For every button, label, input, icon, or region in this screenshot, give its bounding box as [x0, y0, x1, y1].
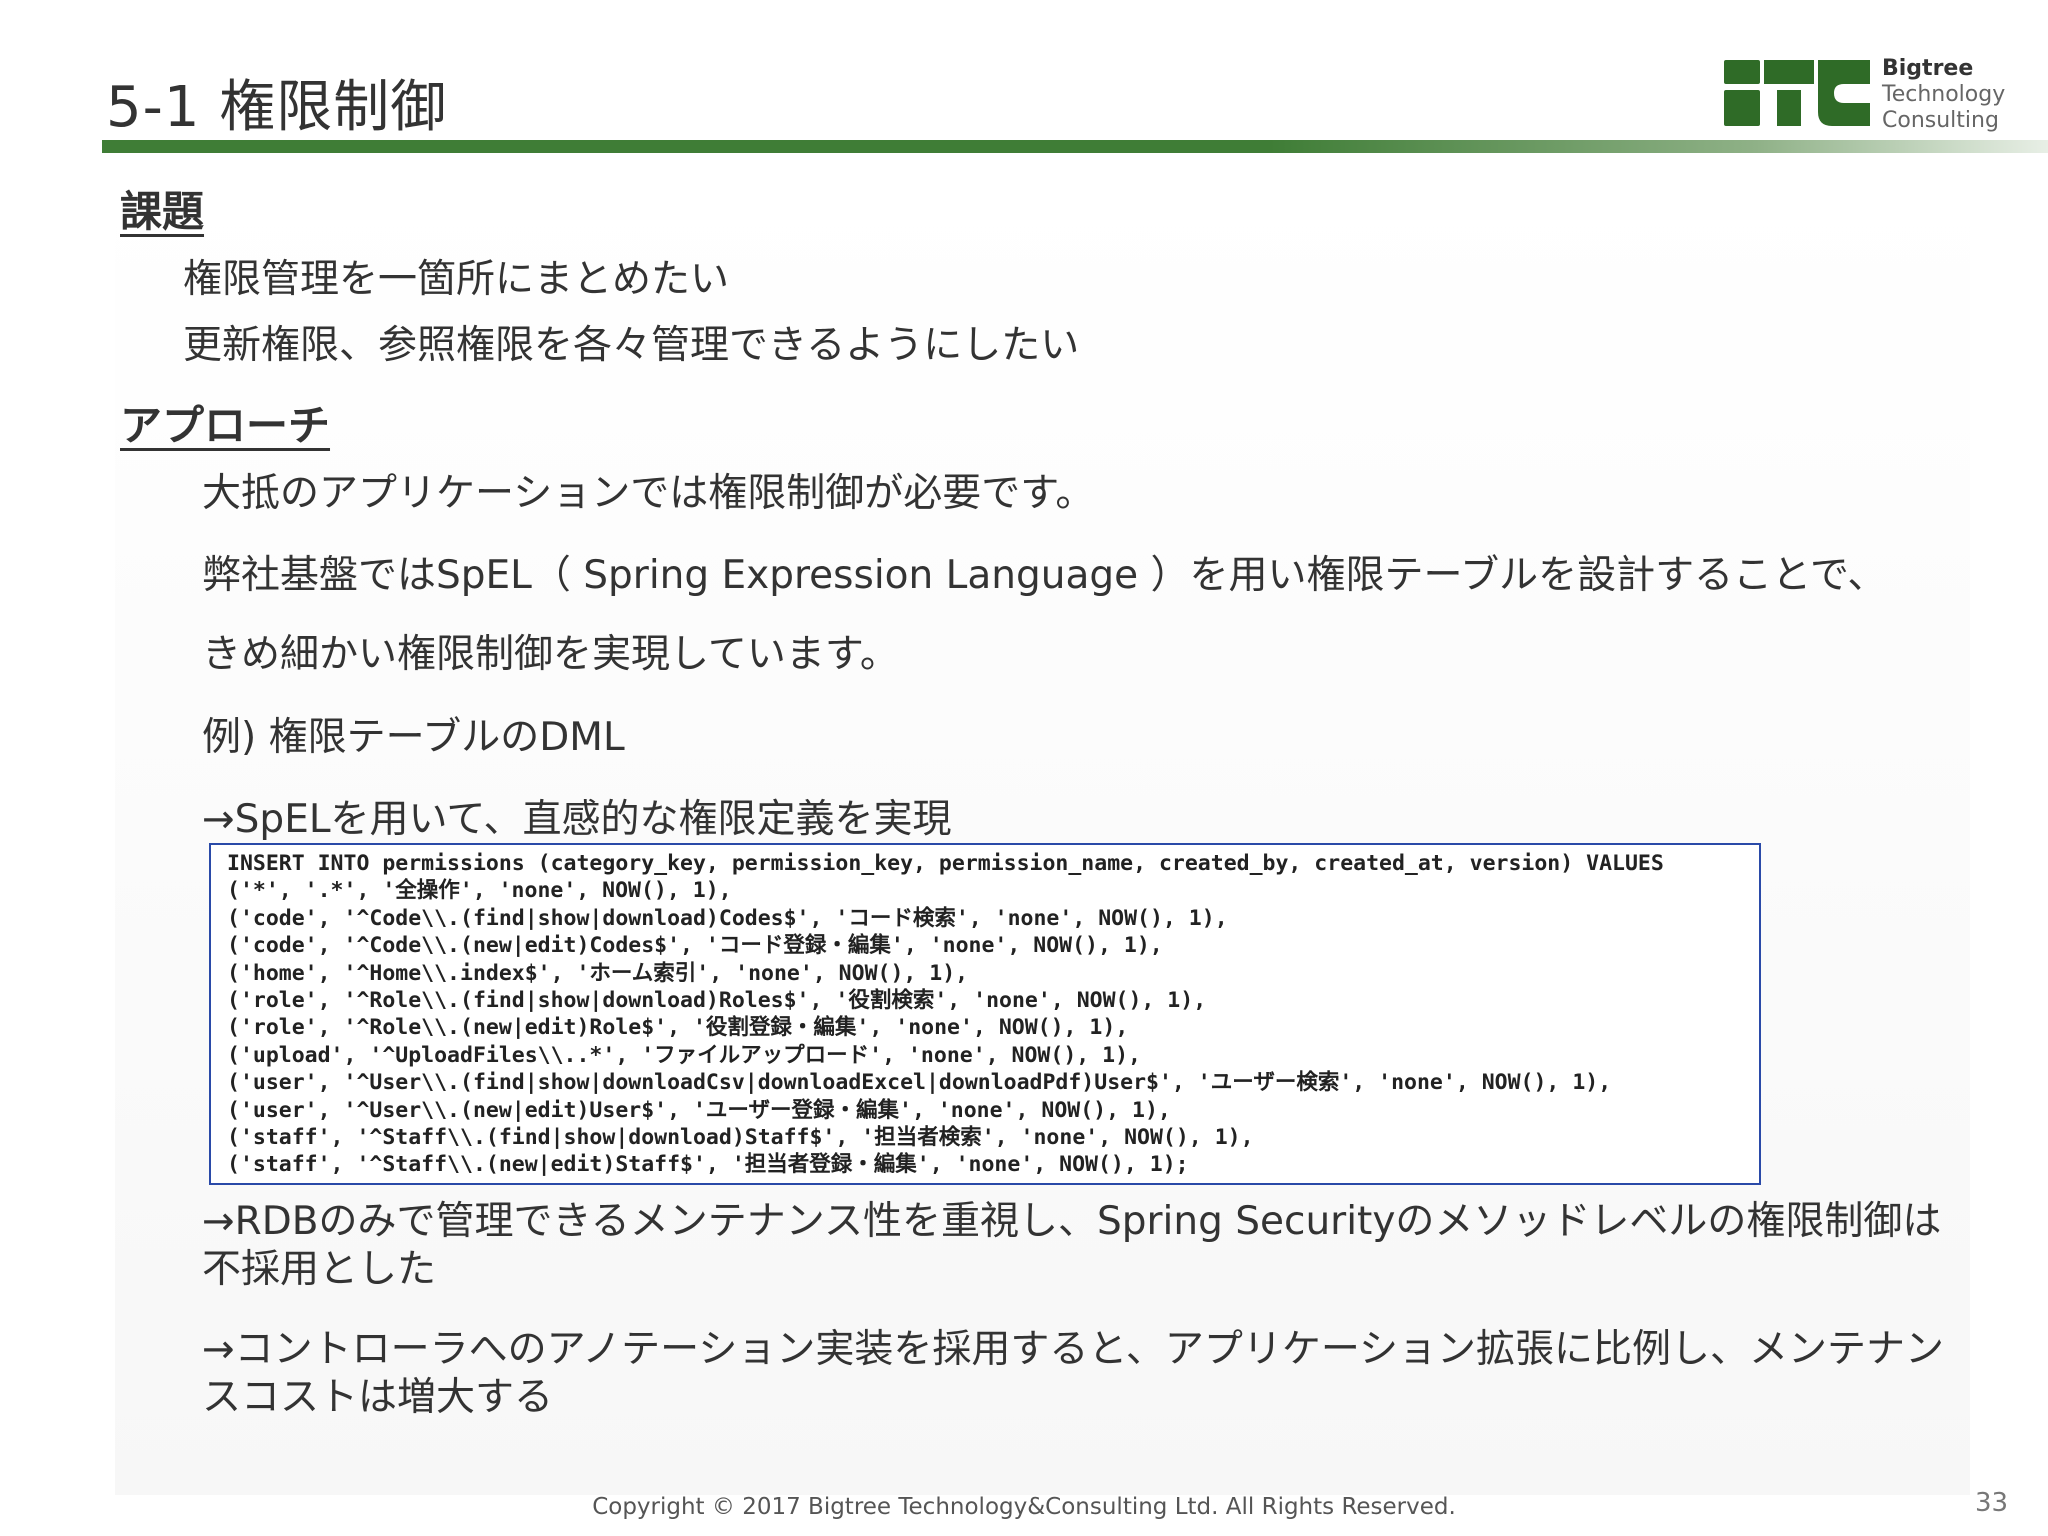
code-line: INSERT INTO permissions (category_key, p… — [227, 851, 1664, 876]
code-line: ('user', '^User\\.(find|show|downloadCsv… — [227, 1070, 1612, 1096]
code-line: ('home', '^Home\\.index$', 'ホーム索引', 'non… — [227, 960, 969, 986]
code-line: ('staff', '^Staff\\.(find|show|download)… — [227, 1124, 1254, 1150]
logo-line-1: Bigtree — [1882, 56, 1974, 81]
issue-heading: 課題 — [120, 187, 205, 236]
example-label: 例) 権限テーブルのDML — [202, 715, 625, 760]
code-line: ('staff', '^Staff\\.(new|edit)Staff$', '… — [227, 1152, 1189, 1178]
issue-item: 権限管理を一箇所にまとめたい — [183, 257, 730, 302]
company-logo: Bigtree Technology Consulting — [1722, 56, 2022, 136]
approach-line: きめ細かい権限制御を実現しています。 — [202, 632, 899, 677]
code-line: ('role', '^Role\\.(new|edit)Role$', '役割登… — [227, 1015, 1129, 1041]
sql-code-block: INSERT INTO permissions (category_key, p… — [209, 843, 1761, 1185]
code-line: ('code', '^Code\\.(find|show|download)Co… — [227, 905, 1228, 931]
approach-note: →RDBのみで管理できるメンテナンス性を重視し、Spring Securityの… — [202, 1199, 1942, 1292]
copyright-footer: Copyright © 2017 Bigtree Technology&Cons… — [592, 1494, 1456, 1520]
code-line: ('code', '^Code\\.(new|edit)Codes$', 'コー… — [227, 933, 1163, 959]
slide-title: 5-1 権限制御 — [106, 75, 448, 140]
code-line: ('role', '^Role\\.(find|show|download)Ro… — [227, 987, 1207, 1013]
logo-line-3: Consulting — [1882, 108, 1999, 133]
issue-item: 更新権限、参照権限を各々管理できるようにしたい — [183, 323, 1080, 368]
approach-note: →コントローラへのアノテーション実装を採用すると、アプリケーション拡張に比例し、… — [202, 1327, 1945, 1420]
approach-heading: アプローチ — [120, 401, 331, 450]
code-line: ('upload', '^UploadFiles\\..*', 'ファイルアップ… — [227, 1042, 1141, 1068]
logo-line-2: Technology — [1882, 82, 2006, 107]
title-underline-bar — [102, 140, 2048, 153]
code-line: ('user', '^User\\.(new|edit)User$', 'ユーザ… — [227, 1097, 1171, 1123]
page-number: 33 — [1975, 1488, 2009, 1518]
logo-wordmark: Bigtree Technology Consulting — [1882, 56, 2005, 134]
btc-logo-icon — [1724, 60, 1870, 126]
approach-line: 大抵のアプリケーションでは権限制御が必要です。 — [202, 471, 1095, 516]
approach-line: →SpELを用いて、直感的な権限定義を実現 — [202, 797, 952, 842]
code-line: ('*', '.*', '全操作', 'none', NOW(), 1), — [227, 878, 732, 904]
approach-line: 弊社基盤ではSpEL（ Spring Expression Language ）… — [202, 553, 1887, 598]
